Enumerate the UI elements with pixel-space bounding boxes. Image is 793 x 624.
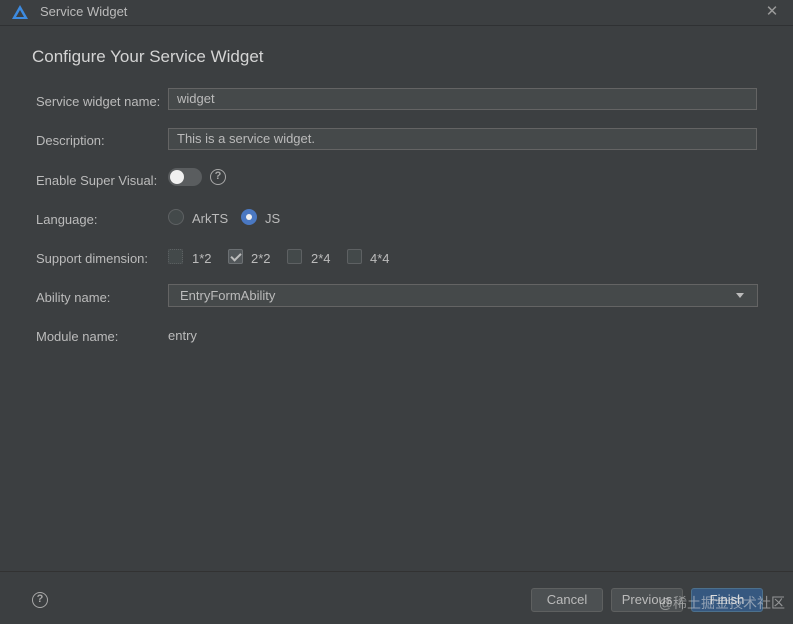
ability-label: Ability name: [36,290,111,305]
language-label: Language: [36,212,98,227]
module-label: Module name: [36,329,119,344]
previous-button[interactable]: Previous [611,588,683,612]
dimension-2x4-checkbox[interactable] [287,249,302,264]
description-input[interactable]: This is a service widget. [168,128,757,150]
finish-button[interactable]: Finish [691,588,763,612]
widget-name-label: Service widget name: [36,94,161,109]
description-label: Description: [36,133,105,148]
footer-help-icon[interactable]: ? [32,592,48,608]
super-visual-label: Enable Super Visual: [36,173,158,188]
dimension-2x4-label[interactable]: 2*4 [311,251,331,266]
close-icon[interactable]: ✕ [763,3,781,21]
language-arkts-label[interactable]: ArkTS [192,211,228,226]
dimension-4x4-checkbox[interactable] [347,249,362,264]
help-icon[interactable]: ? [210,169,226,185]
language-js-label[interactable]: JS [265,211,280,226]
dimension-label: Support dimension: [36,251,149,266]
dropdown-arrow-icon [736,293,744,298]
dimension-2x2-label[interactable]: 2*2 [251,251,271,266]
app-logo-icon [12,5,28,19]
ability-select-value: EntryFormAbility [180,288,276,303]
cancel-button[interactable]: Cancel [531,588,603,612]
toggle-knob [170,170,184,184]
title-bar: Service Widget ✕ [0,0,793,26]
widget-name-input[interactable]: widget [168,88,757,110]
dimension-1x2-label[interactable]: 1*2 [192,251,212,266]
module-value: entry [168,328,197,343]
window-title: Service Widget [40,4,128,19]
dimension-1x2-checkbox[interactable] [168,249,183,264]
footer-divider [0,571,793,572]
page-title: Configure Your Service Widget [32,47,264,66]
language-arkts-radio[interactable] [168,209,184,225]
dimension-4x4-label[interactable]: 4*4 [370,251,390,266]
ability-select[interactable]: EntryFormAbility [168,284,758,307]
language-js-radio[interactable] [241,209,257,225]
dimension-2x2-checkbox[interactable] [228,249,243,264]
super-visual-toggle[interactable] [168,168,202,186]
checkmark-icon [230,250,242,262]
